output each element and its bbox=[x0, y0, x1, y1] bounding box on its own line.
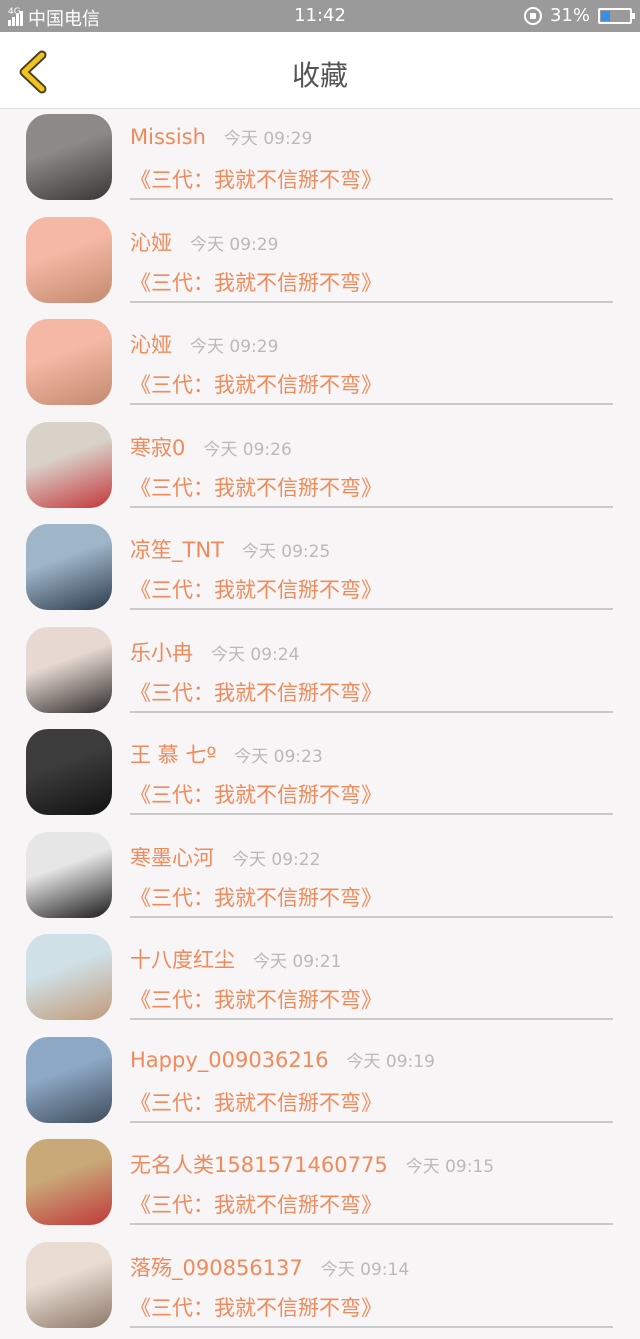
timestamp: 今天 09:22 bbox=[232, 845, 320, 870]
user-name[interactable]: 凉笙_TNT bbox=[130, 534, 224, 564]
avatar[interactable] bbox=[26, 422, 112, 508]
timestamp: 今天 09:29 bbox=[190, 230, 278, 255]
book-title[interactable]: 《三代：我就不信掰不弯》 bbox=[130, 267, 382, 297]
timestamp: 今天 09:29 bbox=[224, 124, 312, 149]
page-title: 收藏 bbox=[0, 54, 640, 94]
item-header: 无名人类1581571460775 今天 09:15 bbox=[130, 1149, 494, 1179]
divider bbox=[130, 403, 613, 405]
book-title[interactable]: 《三代：我就不信掰不弯》 bbox=[130, 1087, 382, 1117]
avatar[interactable] bbox=[26, 1242, 112, 1328]
book-title[interactable]: 《三代：我就不信掰不弯》 bbox=[130, 574, 382, 604]
avatar[interactable] bbox=[26, 934, 112, 1020]
divider bbox=[130, 608, 613, 610]
avatar[interactable] bbox=[26, 524, 112, 610]
timestamp: 今天 09:29 bbox=[190, 332, 278, 357]
divider bbox=[130, 1018, 613, 1020]
avatar[interactable] bbox=[26, 627, 112, 713]
book-title[interactable]: 《三代：我就不信掰不弯》 bbox=[130, 369, 382, 399]
divider bbox=[130, 813, 613, 815]
rotation-lock-icon bbox=[524, 7, 542, 25]
item-header: 凉笙_TNT 今天 09:25 bbox=[130, 534, 330, 564]
favorite-item[interactable]: 寒墨心河今天 09:22 《三代：我就不信掰不弯》 bbox=[0, 827, 640, 930]
item-header: 十八度红尘今天 09:21 bbox=[130, 944, 341, 974]
favorite-item[interactable]: 无名人类1581571460775 今天 09:15 《三代：我就不信掰不弯》 bbox=[0, 1134, 640, 1237]
item-header: 寒寂0 今天 09:26 bbox=[130, 432, 292, 462]
book-title[interactable]: 《三代：我就不信掰不弯》 bbox=[130, 164, 382, 194]
timestamp: 今天 09:23 bbox=[234, 742, 322, 767]
item-header: 沁娅今天 09:29 bbox=[130, 227, 278, 257]
status-right: 31% bbox=[524, 5, 632, 26]
user-name[interactable]: 沁娅 bbox=[130, 227, 172, 257]
favorite-item[interactable]: Missish 今天 09:29 《三代：我就不信掰不弯》 bbox=[0, 109, 640, 212]
timestamp: 今天 09:26 bbox=[203, 435, 291, 460]
favorite-item[interactable]: 沁娅今天 09:29 《三代：我就不信掰不弯》 bbox=[0, 314, 640, 417]
avatar[interactable] bbox=[26, 832, 112, 918]
divider bbox=[130, 1121, 613, 1123]
nav-bar: 收藏 bbox=[0, 32, 640, 109]
item-header: Missish 今天 09:29 bbox=[130, 124, 312, 149]
avatar[interactable] bbox=[26, 729, 112, 815]
book-title[interactable]: 《三代：我就不信掰不弯》 bbox=[130, 1292, 382, 1322]
book-title[interactable]: 《三代：我就不信掰不弯》 bbox=[130, 882, 382, 912]
favorites-list: Missish今天 09:29《三代：我就不信掰不弯》沁娅今天 09:29《三代… bbox=[0, 109, 640, 1339]
user-name[interactable]: 无名人类1581571460775 bbox=[130, 1149, 388, 1179]
favorite-item[interactable]: Happy_009036216 今天 09:19 《三代：我就不信掰不弯》 bbox=[0, 1032, 640, 1135]
user-name[interactable]: Happy_009036216 bbox=[130, 1048, 329, 1072]
favorite-item[interactable]: 王 慕 七º 今天 09:23 《三代：我就不信掰不弯》 bbox=[0, 724, 640, 827]
item-header: 落殇_090856137 今天 09:14 bbox=[130, 1252, 409, 1282]
favorite-item[interactable]: 沁娅今天 09:29 《三代：我就不信掰不弯》 bbox=[0, 212, 640, 315]
user-name[interactable]: 十八度红尘 bbox=[130, 944, 235, 974]
book-title[interactable]: 《三代：我就不信掰不弯》 bbox=[130, 1189, 382, 1219]
favorite-item[interactable]: 寒寂0 今天 09:26 《三代：我就不信掰不弯》 bbox=[0, 417, 640, 520]
timestamp: 今天 09:21 bbox=[253, 947, 341, 972]
divider bbox=[130, 198, 613, 200]
favorite-item[interactable]: 乐小冉今天 09:24 《三代：我就不信掰不弯》 bbox=[0, 622, 640, 725]
book-title[interactable]: 《三代：我就不信掰不弯》 bbox=[130, 984, 382, 1014]
user-name[interactable]: 王 慕 七º bbox=[130, 739, 216, 769]
timestamp: 今天 09:15 bbox=[406, 1152, 494, 1177]
user-name[interactable]: 寒墨心河 bbox=[130, 842, 214, 872]
avatar[interactable] bbox=[26, 114, 112, 200]
status-bar: 4G 中国电信 11:42 31% bbox=[0, 0, 640, 32]
timestamp: 今天 09:19 bbox=[347, 1047, 435, 1072]
avatar[interactable] bbox=[26, 1139, 112, 1225]
timestamp: 今天 09:24 bbox=[211, 640, 299, 665]
item-header: Happy_009036216 今天 09:19 bbox=[130, 1047, 435, 1072]
avatar[interactable] bbox=[26, 1037, 112, 1123]
book-title[interactable]: 《三代：我就不信掰不弯》 bbox=[130, 472, 382, 502]
battery-icon bbox=[598, 8, 632, 24]
favorite-item[interactable]: 十八度红尘今天 09:21 《三代：我就不信掰不弯》 bbox=[0, 929, 640, 1032]
battery-percent: 31% bbox=[550, 5, 590, 26]
user-name[interactable]: 乐小冉 bbox=[130, 637, 193, 667]
book-title[interactable]: 《三代：我就不信掰不弯》 bbox=[130, 677, 382, 707]
divider bbox=[130, 1326, 613, 1328]
item-header: 寒墨心河今天 09:22 bbox=[130, 842, 320, 872]
timestamp: 今天 09:25 bbox=[242, 537, 330, 562]
favorite-item[interactable]: 凉笙_TNT 今天 09:25 《三代：我就不信掰不弯》 bbox=[0, 519, 640, 622]
avatar[interactable] bbox=[26, 319, 112, 405]
divider bbox=[130, 506, 613, 508]
user-name[interactable]: 寒寂0 bbox=[130, 432, 185, 462]
book-title[interactable]: 《三代：我就不信掰不弯》 bbox=[130, 779, 382, 809]
divider bbox=[130, 711, 613, 713]
divider bbox=[130, 1223, 613, 1225]
divider bbox=[130, 301, 613, 303]
avatar[interactable] bbox=[26, 217, 112, 303]
divider bbox=[130, 916, 613, 918]
user-name[interactable]: Missish bbox=[130, 125, 206, 149]
favorite-item[interactable]: 落殇_090856137 今天 09:14 《三代：我就不信掰不弯》 bbox=[0, 1237, 640, 1339]
item-header: 乐小冉今天 09:24 bbox=[130, 637, 299, 667]
user-name[interactable]: 落殇_090856137 bbox=[130, 1252, 303, 1282]
timestamp: 今天 09:14 bbox=[321, 1255, 409, 1280]
user-name[interactable]: 沁娅 bbox=[130, 329, 172, 359]
item-header: 王 慕 七º 今天 09:23 bbox=[130, 739, 323, 769]
item-header: 沁娅今天 09:29 bbox=[130, 329, 278, 359]
